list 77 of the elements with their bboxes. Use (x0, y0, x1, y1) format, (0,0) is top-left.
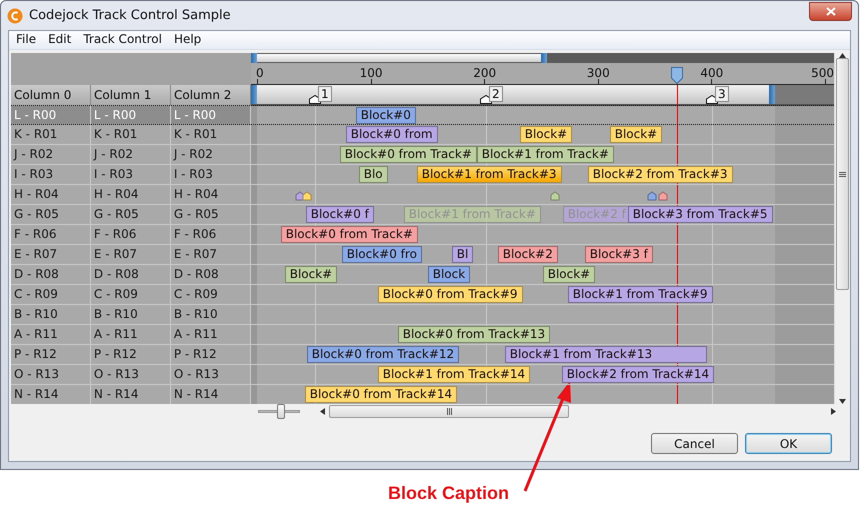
overview-bar[interactable] (251, 53, 834, 63)
vertical-scrollbar[interactable] (834, 53, 850, 404)
dialog-button[interactable]: Cancel (651, 433, 738, 454)
track-block[interactable]: Block#2 from Track#3 (588, 166, 733, 183)
track-block[interactable]: Block# (610, 126, 662, 143)
table-cell: A - R11 (11, 325, 91, 344)
scroll-thumb[interactable] (836, 58, 849, 290)
track-block[interactable]: Block (428, 266, 470, 283)
track-block[interactable]: Bl (452, 246, 474, 263)
track-block[interactable]: Block#2 (498, 246, 558, 263)
grip-icon (446, 408, 452, 415)
menu-item[interactable]: Edit (42, 31, 78, 49)
track-block[interactable]: Block#1 from Track# (476, 146, 614, 163)
app-logo-icon (7, 8, 23, 24)
dialog-button[interactable]: OK (745, 433, 832, 454)
track-block[interactable]: Block# (284, 266, 338, 283)
range-handle[interactable] (541, 53, 547, 63)
track-block[interactable]: Block#1 from Track#3 (416, 166, 562, 183)
marker-icon[interactable] (646, 191, 657, 201)
table-cell: J - R02 (11, 145, 91, 164)
close-icon (826, 7, 836, 16)
track-block[interactable]: Block#0 from Track# (340, 146, 477, 163)
track-block[interactable]: Block# (520, 126, 572, 143)
track-block[interactable]: Block#0 from Track#14 (304, 386, 458, 403)
ruler-label: 0 (256, 66, 264, 80)
ruler-label: 200 (473, 66, 496, 80)
track-block[interactable]: Block#0 from Track#13 (398, 326, 550, 343)
ruler-label: 100 (360, 66, 382, 80)
inactive-range (775, 85, 834, 106)
track-block[interactable]: Block#0 from (346, 126, 438, 143)
column-header[interactable]: Column 0 (11, 85, 91, 105)
track-block[interactable]: Block#3 from Track#5 (628, 206, 773, 223)
menu-item[interactable]: Help (168, 31, 208, 49)
grip-icon (839, 172, 846, 176)
track-block[interactable]: Block#1 from Track#9 (568, 286, 713, 303)
track-block[interactable]: Block#1 from Track#13 (504, 346, 707, 363)
track-block[interactable]: Block#0 fro (342, 246, 422, 263)
marker-icon[interactable] (302, 191, 312, 201)
track-block[interactable]: Block#0 from Track# (280, 226, 418, 243)
marker-label: 1 (318, 86, 332, 102)
column-header[interactable]: Column 1 (91, 85, 171, 105)
horizontal-scrollbar[interactable] (320, 404, 836, 419)
scroll-left-icon[interactable] (320, 408, 325, 415)
track-block[interactable]: Block# (542, 266, 596, 283)
scroll-down-icon[interactable] (839, 399, 846, 404)
track-block[interactable]: Block#3 f (584, 246, 653, 263)
zoom-slider-thumb[interactable] (277, 404, 286, 419)
window-title: Codejock Track Control Sample (29, 8, 232, 23)
ruler-label: 300 (586, 66, 610, 80)
marker-label: 3 (715, 86, 729, 102)
range-handle[interactable] (769, 85, 775, 104)
track-block[interactable]: Blo (358, 166, 388, 183)
menu-item[interactable]: Track Control (77, 31, 168, 49)
marker-icon[interactable] (550, 191, 560, 201)
table-cell: J - R02 (90, 145, 171, 164)
marker-icon[interactable] (294, 191, 305, 201)
track-block[interactable]: Block#0 f (306, 206, 374, 223)
track-block[interactable]: Block#0 (356, 107, 416, 124)
range-handle[interactable] (251, 53, 257, 63)
ruler-label: 400 (700, 66, 724, 80)
track-block[interactable]: Block#1 from Track#14 (378, 366, 530, 383)
ruler-label: 500 (811, 66, 834, 80)
range-handle[interactable] (251, 85, 257, 104)
annotation-caption: Block Caption (388, 483, 510, 504)
table-cell: L - R00 (11, 106, 91, 124)
marker-icon[interactable] (658, 191, 668, 201)
track-block[interactable]: Block#2 from Track#14 (562, 366, 714, 383)
scroll-right-icon[interactable] (831, 408, 836, 415)
table-cell: J - R02 (170, 145, 251, 164)
scroll-thumb[interactable] (329, 405, 569, 418)
close-button[interactable] (809, 2, 852, 21)
track-block[interactable]: Block#0 from Track#12 (306, 346, 460, 363)
track-block[interactable]: Block#0 from Track#9 (378, 286, 523, 303)
marker-label: 2 (489, 86, 503, 102)
table-cell: L - R00 (170, 106, 251, 124)
menu-item[interactable]: File (10, 31, 42, 49)
table-cell: L - R00 (90, 106, 171, 124)
